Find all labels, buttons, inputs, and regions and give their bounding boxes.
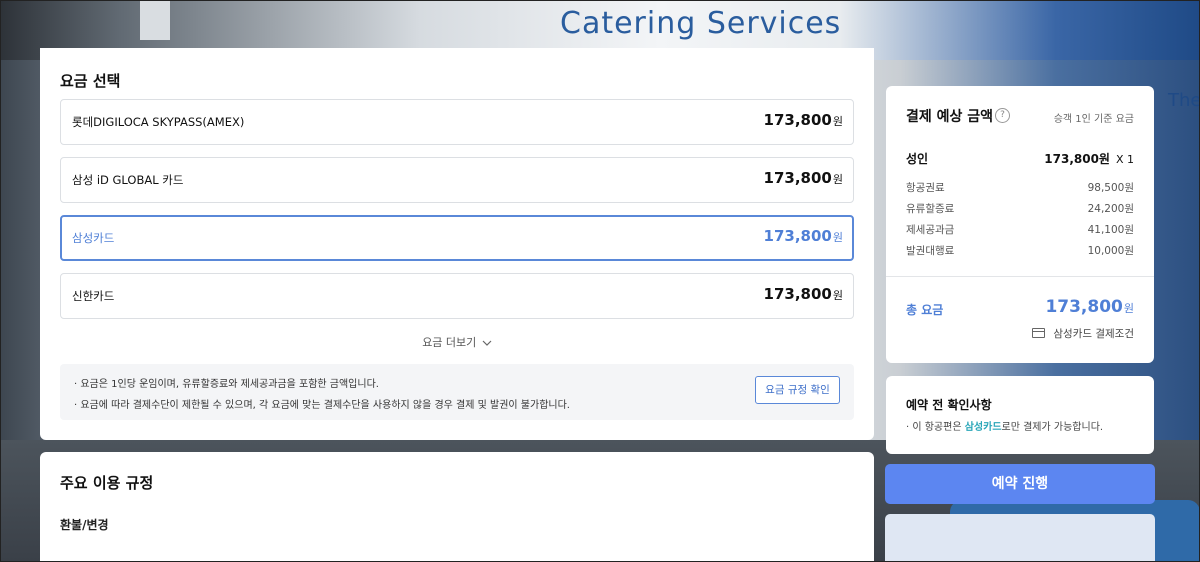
background-plane-lettering-right: The (1168, 90, 1200, 111)
adult-price: 173,800원 X 1 (1044, 152, 1134, 166)
fare-option-price: 173,800원 (763, 111, 843, 129)
breakdown-label: 유류할증료 (906, 203, 955, 215)
breakdown-label: 항공권료 (906, 182, 945, 194)
breakdown-value: 10,000원 (1087, 245, 1134, 257)
more-fares-label: 요금 더보기 (422, 336, 477, 349)
fare-select-card: 요금 선택 롯데DIGILOCA SKYPASS(AMEX) 173,800원 … (40, 48, 874, 440)
summary-basis: 승객 1인 기준 요금 (1053, 114, 1134, 125)
background-pillar (140, 0, 170, 40)
fare-rules-button[interactable]: 요금 규정 확인 (755, 376, 840, 404)
summary-title: 결제 예상 금액 (906, 109, 994, 125)
adult-label: 성인 (906, 152, 929, 166)
total-label: 총 요금 (906, 303, 944, 317)
breakdown-label: 발권대행료 (906, 245, 955, 257)
breakdown-value: 98,500원 (1087, 182, 1134, 194)
more-fares-button[interactable]: 요금 더보기 (40, 334, 874, 350)
notice-line: · 요금은 1인당 운임이며, 유류할증료와 제세공과금을 포함한 금액입니다. (74, 379, 379, 390)
fare-option-shinhan[interactable]: 신한카드 173,800원 (60, 273, 854, 319)
fare-option-price: 173,800원 (763, 285, 843, 303)
fare-option-price: 173,800원 (763, 169, 843, 187)
rules-title: 주요 이용 규정 (60, 474, 154, 492)
fare-option-samsung-id-global[interactable]: 삼성 iD GLOBAL 카드 173,800원 (60, 157, 854, 203)
fare-option-name: 삼성 iD GLOBAL 카드 (72, 173, 184, 187)
fare-option-name: 신한카드 (72, 289, 115, 303)
rules-card: 주요 이용 규정 환불/변경 (40, 452, 874, 562)
payment-summary-card: 결제 예상 금액 ? 승객 1인 기준 요금 성인 173,800원 X 1 항공… (886, 86, 1154, 363)
pre-booking-notice-card: 예약 전 확인사항 · 이 항공편은 삼성카드로만 결제가 가능합니다. (886, 376, 1154, 454)
fare-option-lotte[interactable]: 롯데DIGILOCA SKYPASS(AMEX) 173,800원 (60, 99, 854, 145)
pre-booking-text: · 이 항공편은 삼성카드로만 결제가 가능합니다. (906, 422, 1104, 433)
notice-line: · 요금에 따라 결제수단이 제한될 수 있으며, 각 요금에 맞는 결제수단을… (74, 400, 570, 411)
proceed-booking-button[interactable]: 예약 진행 (885, 464, 1155, 504)
fare-option-name: 롯데DIGILOCA SKYPASS(AMEX) (72, 115, 245, 129)
payment-card-highlight: 삼성카드 (964, 422, 1002, 433)
help-icon[interactable]: ? (995, 108, 1010, 123)
breakdown-label: 제세공과금 (906, 224, 955, 236)
fare-notice-box: · 요금은 1인당 운임이며, 유류할증료와 제세공과금을 포함한 금액입니다.… (60, 364, 854, 420)
breakdown-value: 24,200원 (1087, 203, 1134, 215)
pre-booking-title: 예약 전 확인사항 (906, 398, 992, 412)
background-plane-lettering: Catering Services (560, 6, 842, 41)
fare-option-name: 삼성카드 (72, 231, 115, 245)
summary-divider (886, 276, 1154, 277)
rules-subtitle: 환불/변경 (60, 518, 109, 532)
fare-select-title: 요금 선택 (60, 72, 121, 90)
breakdown-value: 41,100원 (1087, 224, 1134, 236)
credit-card-icon (1032, 328, 1045, 338)
total-price: 173,800원 (1045, 297, 1134, 317)
fare-option-price: 173,800원 (763, 227, 843, 245)
chevron-down-icon (482, 340, 492, 346)
fare-option-samsung-card[interactable]: 삼성카드 173,800원 (60, 215, 854, 261)
secondary-panel (885, 514, 1155, 562)
payment-condition-link[interactable]: 삼성카드 결제조건 (1053, 326, 1134, 341)
